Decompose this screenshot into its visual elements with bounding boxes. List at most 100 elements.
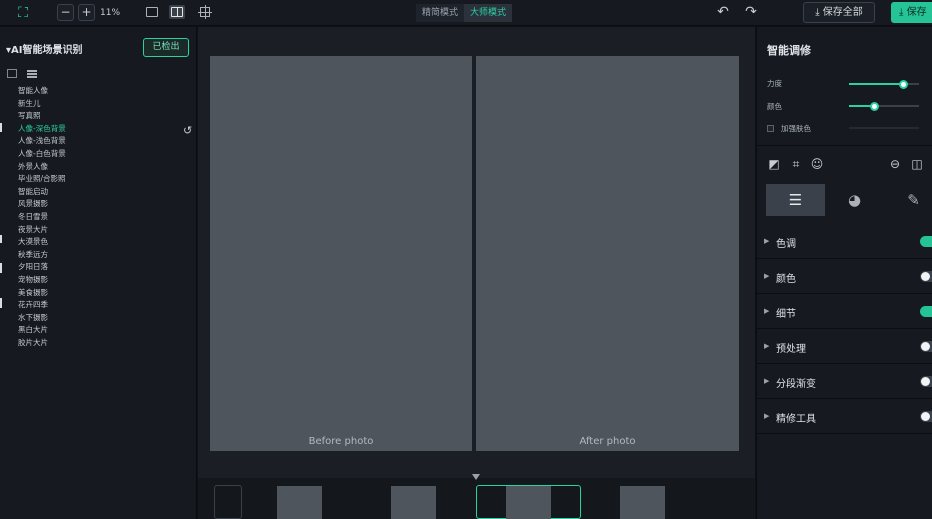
adjust-section[interactable]: ▶ 细节 [757,294,932,329]
scene-item[interactable]: 宠物摄影 [18,274,66,287]
section-toggle[interactable] [920,306,932,317]
expand-arrow-icon[interactable]: ▶ [764,377,769,385]
after-photo-label: After photo [579,436,636,447]
expand-arrow-icon[interactable]: ▶ [764,412,769,420]
compare-crosshair-icon[interactable] [197,5,213,19]
top-toolbar: ⛶ − + 11% 精简模式 大师模式 ↶ ↷ ⤓ 保存全部 ⤓ 保存 [0,0,932,26]
scene-item[interactable]: 水下摄影 [18,312,66,325]
mode-switch: 精简模式 大师模式 [416,4,513,22]
scene-item[interactable]: 风景摄影 [18,198,66,211]
adjust-section[interactable]: ▶ 预处理 [757,329,932,364]
before-photo-label: Before photo [308,436,374,447]
expand-arrow-icon[interactable]: ▶ [764,237,769,245]
single-view-icon[interactable] [144,5,160,19]
section-toggle[interactable] [920,411,932,422]
divider [757,145,932,146]
tab-master-mode[interactable]: 大师模式 [464,4,513,22]
current-position-marker [472,474,480,480]
section-toggle[interactable] [920,271,932,282]
scene-item[interactable]: 外景人像 [18,161,66,174]
expand-arrow-icon[interactable]: ▶ [764,342,769,350]
adjust-section[interactable]: ▶ 精修工具 [757,399,932,434]
section-toggle[interactable] [920,341,932,352]
section-label: 精修工具 [776,414,816,425]
preview-area: Before photo After photo [198,27,755,519]
section-toggle[interactable] [920,236,932,247]
save-all-button[interactable]: ⤓ 保存全部 [803,2,875,23]
scene-item[interactable]: 人像-浅色背景 [18,135,66,148]
scene-item[interactable]: 夕阳日落 [18,261,66,274]
crop-icon[interactable]: ⌗ [789,157,803,171]
scene-item[interactable]: 新生儿 [18,98,66,111]
save-button[interactable]: ⤓ 保存 [891,2,932,23]
zoom-in-button[interactable]: + [78,4,95,21]
strength-slider[interactable] [849,79,919,89]
grid-view-icon[interactable] [7,69,17,78]
expand-arrow-icon[interactable]: ▶ [764,272,769,280]
detected-button[interactable]: 已检出 [143,38,189,57]
filmstrip-nav-button[interactable] [214,485,242,519]
scene-item[interactable]: 人像-深色背景 [18,123,66,136]
face-icon[interactable]: ☺ [810,157,824,171]
adjust-mode-tabs: ☰ ◕ ✎ [757,184,932,216]
slider-handle[interactable] [899,79,909,89]
section-label: 细节 [776,309,796,320]
zoom-level: 11% [100,8,121,18]
sliders-icon[interactable]: ☰ [766,184,825,216]
flip-vertical-icon[interactable]: ⊖ [888,157,902,171]
before-photo: Before photo [210,56,472,451]
redo-icon[interactable]: ↷ [743,3,759,21]
thumbnail[interactable] [620,486,665,519]
scene-item[interactable]: 花卉四季 [18,299,66,312]
thumbnail[interactable] [391,486,436,519]
save-label: 保存 [906,7,927,18]
after-photo: After photo [476,56,739,451]
scene-item[interactable]: 冬日雪景 [18,211,66,224]
scene-item[interactable]: 秋季远方 [18,249,66,262]
section-label: 颜色 [776,274,796,285]
split-view-icon[interactable] [169,5,185,19]
scene-item[interactable]: 胶片大片 [18,337,66,350]
enhance-skin-checkbox[interactable] [767,125,774,132]
scene-item[interactable]: 毕业照/合影照 [18,173,66,186]
slider-handle[interactable] [869,101,879,111]
adjust-section[interactable]: ▶ 颜色 [757,259,932,294]
left-edge-marks [0,27,2,519]
thumbnail[interactable] [277,486,322,519]
color-slider[interactable] [849,101,919,111]
panel-title: ▾AI智能场景识别 [6,45,83,56]
list-view-icon[interactable] [27,70,37,78]
save-all-label: 保存全部 [822,7,863,18]
scene-list: 智能人像 新生儿 写真照 人像-深色背景 人像-浅色背景 人像-白色背景 外景人像 毕业照/合… [18,85,66,349]
scene-item[interactable]: 智能人像 [18,85,66,98]
adjust-section[interactable]: ▶ 色调 [757,224,932,259]
adjust-section[interactable]: ▶ 分段渐变 [757,364,932,399]
scene-item[interactable]: 智能启动 [18,186,66,199]
compare-icon[interactable]: ◩ [767,157,781,171]
scene-item[interactable]: 黑白大片 [18,324,66,337]
section-label: 分段渐变 [776,379,816,390]
section-toggle[interactable] [920,376,932,387]
scene-item[interactable]: 夜景大片 [18,224,66,237]
download-icon: ⤓ [815,7,823,18]
brush-icon[interactable]: ✎ [884,184,932,216]
scene-item[interactable]: 写真照 [18,110,66,123]
adjust-panel: 智能调修 力度 颜色 加强肤色 ◩ ⌗ ☺ ⊖ ◫ ☰ ◕ ✎ ▶ 色调 ▶ 颜色 ▶ 细… [756,27,932,519]
color-label: 颜色 [767,102,782,111]
expand-arrow-icon[interactable]: ▶ [764,307,769,315]
scene-item[interactable]: 人像-白色背景 [18,148,66,161]
scene-item[interactable]: 美食摄影 [18,287,66,300]
reset-icon[interactable]: ↺ [183,124,192,137]
section-label: 色调 [776,239,796,250]
enhance-skin-label: 加强肤色 [781,124,811,133]
palette-icon[interactable]: ◕ [825,184,884,216]
strength-label: 力度 [767,79,782,88]
thumbnail[interactable] [506,486,551,519]
tab-simple-mode[interactable]: 精简模式 [416,4,465,22]
skin-slider[interactable] [849,127,919,129]
undo-icon[interactable]: ↶ [715,3,731,21]
crop-frame-icon[interactable]: ⛶ [14,4,32,22]
scene-item[interactable]: 大漠景色 [18,236,66,249]
flip-horizontal-icon[interactable]: ◫ [910,157,924,171]
zoom-out-button[interactable]: − [57,4,74,21]
